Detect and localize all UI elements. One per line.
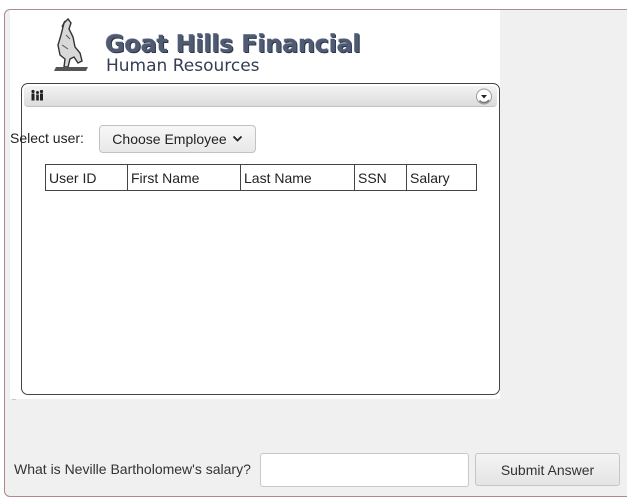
- column-header-last-name: Last Name: [240, 164, 355, 191]
- select-user-label: Select user:: [10, 130, 84, 146]
- question-text: What is Neville Bartholomew's salary?: [14, 461, 251, 477]
- app-container: Goat Hills Financial Human Resources: [10, 10, 500, 399]
- brand-subtitle: Human Resources: [106, 56, 260, 76]
- goat-icon: [44, 15, 92, 78]
- employee-table: User ID First Name Last Name SSN Salary: [45, 164, 477, 191]
- brand-title: Goat Hills Financial: [105, 30, 361, 58]
- column-header-ssn: SSN: [354, 164, 407, 191]
- column-header-first-name: First Name: [127, 164, 241, 191]
- table-header-row: User ID First Name Last Name SSN Salary: [45, 164, 477, 191]
- employee-select[interactable]: Choose Employee: [99, 125, 256, 153]
- answer-input[interactable]: [260, 453, 469, 487]
- chevron-down-icon: [232, 135, 242, 142]
- brand-header: Goat Hills Financial Human Resources: [10, 10, 500, 76]
- employee-panel: [21, 83, 500, 395]
- column-header-user-id: User ID: [45, 164, 128, 191]
- employee-select-value: Choose Employee: [112, 131, 227, 147]
- collapse-toggle-icon[interactable]: [475, 88, 493, 110]
- submit-answer-button[interactable]: Submit Answer: [475, 453, 620, 486]
- people-icon: [30, 89, 44, 107]
- column-header-salary: Salary: [406, 164, 477, 191]
- panel-title-bar: [24, 86, 497, 107]
